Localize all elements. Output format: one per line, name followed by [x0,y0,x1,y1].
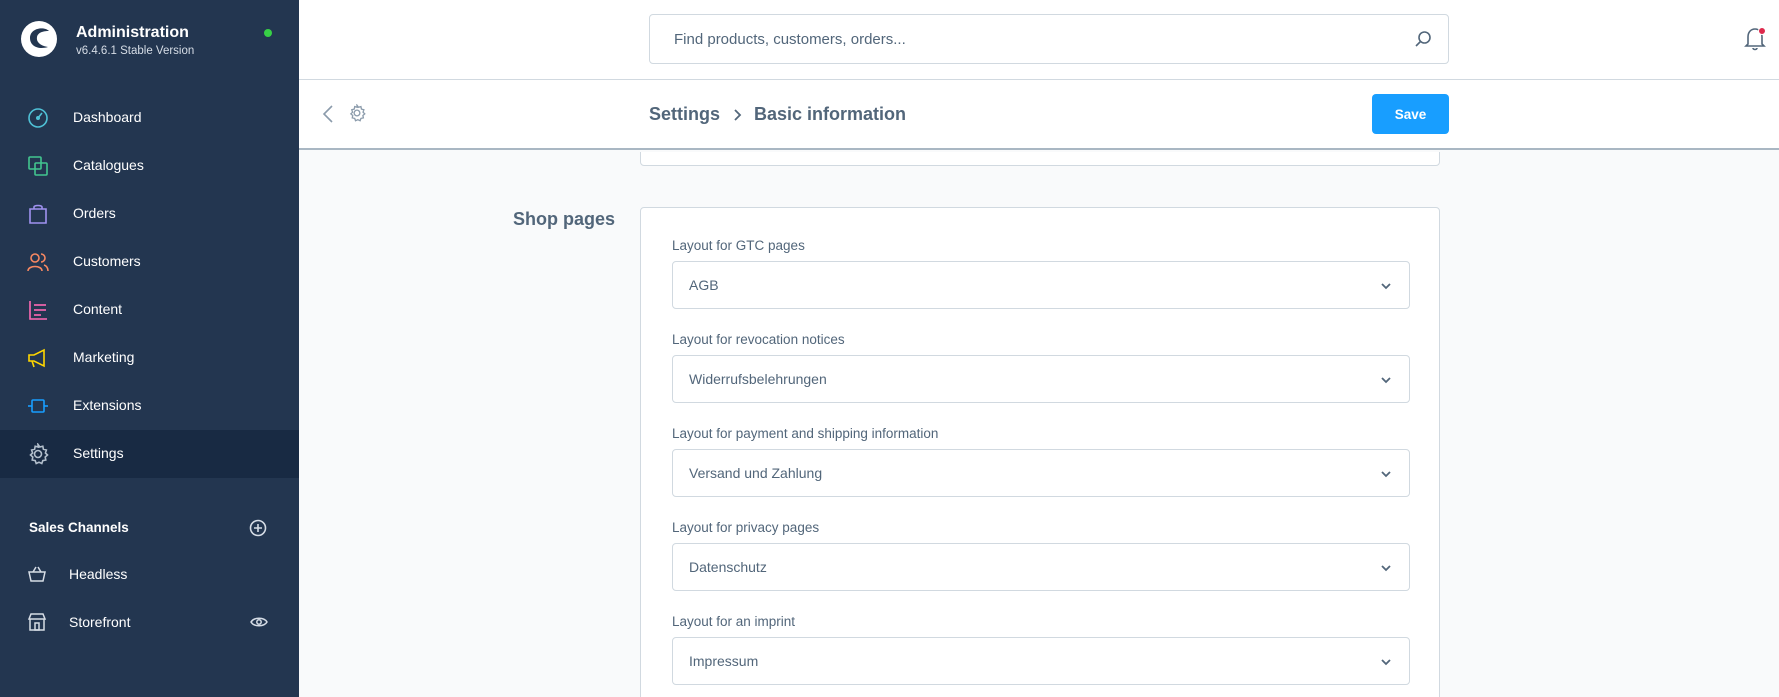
breadcrumb-item-current: Basic information [754,104,907,124]
sidebar-item-label: Dashboard [73,109,142,125]
imprint-layout-select[interactable]: Impressum [672,637,1410,685]
select-value: Versand und Zahlung [689,465,823,481]
field-revocation-layout: Layout for revocation notices Widerrufsb… [672,332,1410,403]
sidebar-item-label: Marketing [73,349,135,365]
storefront-icon [27,613,47,631]
sidebar-item-orders[interactable]: Orders [0,190,299,238]
sidebar-item-catalogues[interactable]: Catalogues [0,142,299,190]
sales-channel-storefront[interactable]: Storefront [0,600,299,644]
field-label: Layout for an imprint [672,614,796,629]
sidebar-item-extensions[interactable]: Extensions [0,382,299,430]
back-icon[interactable] [321,103,335,125]
select-value: Datenschutz [689,559,767,575]
revocation-layout-select[interactable]: Widerrufsbelehrungen [672,355,1410,403]
field-imprint-layout: Layout for an imprint Impressum [672,614,1410,685]
search-icon[interactable] [1414,30,1432,48]
field-label: Layout for privacy pages [672,520,820,535]
orders-icon [29,204,47,224]
sales-channels-heading: Sales Channels [29,520,129,535]
sales-channel-label: Storefront [69,614,131,630]
select-value: Impressum [689,653,759,669]
field-label: Layout for GTC pages [672,238,805,253]
sales-channel-label: Headless [69,566,128,582]
sales-channel-headless[interactable]: Headless [0,552,299,596]
app-version: v6.4.6.1 Stable Version [76,45,195,57]
shopware-logo-icon[interactable] [20,20,58,58]
brand: Administration v6.4.6.1 Stable Version [0,0,299,80]
sidebar-item-label: Catalogues [73,157,144,173]
privacy-layout-select[interactable]: Datenschutz [672,543,1410,591]
settings-icon [29,443,49,465]
sidebar-item-label: Orders [73,205,116,221]
main-nav: Dashboard Catalogues Orders Customers Co… [0,94,299,478]
chevron-down-icon [1381,283,1391,290]
dashboard-icon [28,108,48,128]
field-gtc-layout: Layout for GTC pages AGB [672,238,1410,309]
global-search [649,14,1449,64]
topbar [299,0,1779,80]
chevron-right-icon [734,108,742,121]
basket-icon [28,566,46,582]
previous-card [640,152,1440,166]
sidebar: Administration v6.4.6.1 Stable Version D… [0,0,299,697]
status-indicator [264,29,272,37]
sidebar-item-settings[interactable]: Settings [0,430,299,478]
field-label: Layout for revocation notices [672,332,845,347]
shipping-layout-select[interactable]: Versand und Zahlung [672,449,1410,497]
save-button[interactable]: Save [1372,94,1449,134]
page-header: Settings Basic information Save [299,80,1779,150]
eye-icon[interactable] [250,614,268,630]
section-title: Shop pages [513,209,616,229]
sidebar-item-marketing[interactable]: Marketing [0,334,299,382]
select-value: Widerrufsbelehrungen [689,371,827,387]
notification-badge [1758,27,1766,35]
catalogues-icon [28,156,48,176]
sidebar-item-dashboard[interactable]: Dashboard [0,94,299,142]
customers-icon [27,253,49,272]
shop-pages-card: Layout for GTC pages AGB Layout for revo… [640,207,1440,697]
extensions-icon [28,399,48,413]
content-icon [29,301,47,320]
sidebar-item-content[interactable]: Content [0,286,299,334]
field-shipping-layout: Layout for payment and shipping informat… [672,426,1410,497]
search-input[interactable] [650,15,1390,63]
field-label: Layout for payment and shipping informat… [672,426,939,441]
breadcrumb: Settings Basic information [649,104,906,125]
marketing-icon [28,348,45,368]
chevron-down-icon [1381,565,1391,572]
sidebar-item-label: Content [73,301,123,317]
app-title: Administration [76,24,189,41]
sidebar-item-label: Extensions [73,397,142,413]
sidebar-item-label: Customers [73,253,141,269]
select-value: AGB [689,277,719,293]
chevron-down-icon [1381,659,1391,666]
settings-content: Shop pages Layout for GTC pages AGB Layo… [299,152,1779,697]
chevron-down-icon [1381,377,1391,384]
sidebar-item-customers[interactable]: Customers [0,238,299,286]
breadcrumb-item-settings[interactable]: Settings [649,104,720,125]
add-sales-channel-icon[interactable] [249,519,267,537]
gtc-layout-select[interactable]: AGB [672,261,1410,309]
sidebar-item-label: Settings [73,445,124,461]
field-privacy-layout: Layout for privacy pages Datenschutz [672,520,1410,591]
gear-icon [349,104,366,122]
chevron-down-icon [1381,471,1391,478]
